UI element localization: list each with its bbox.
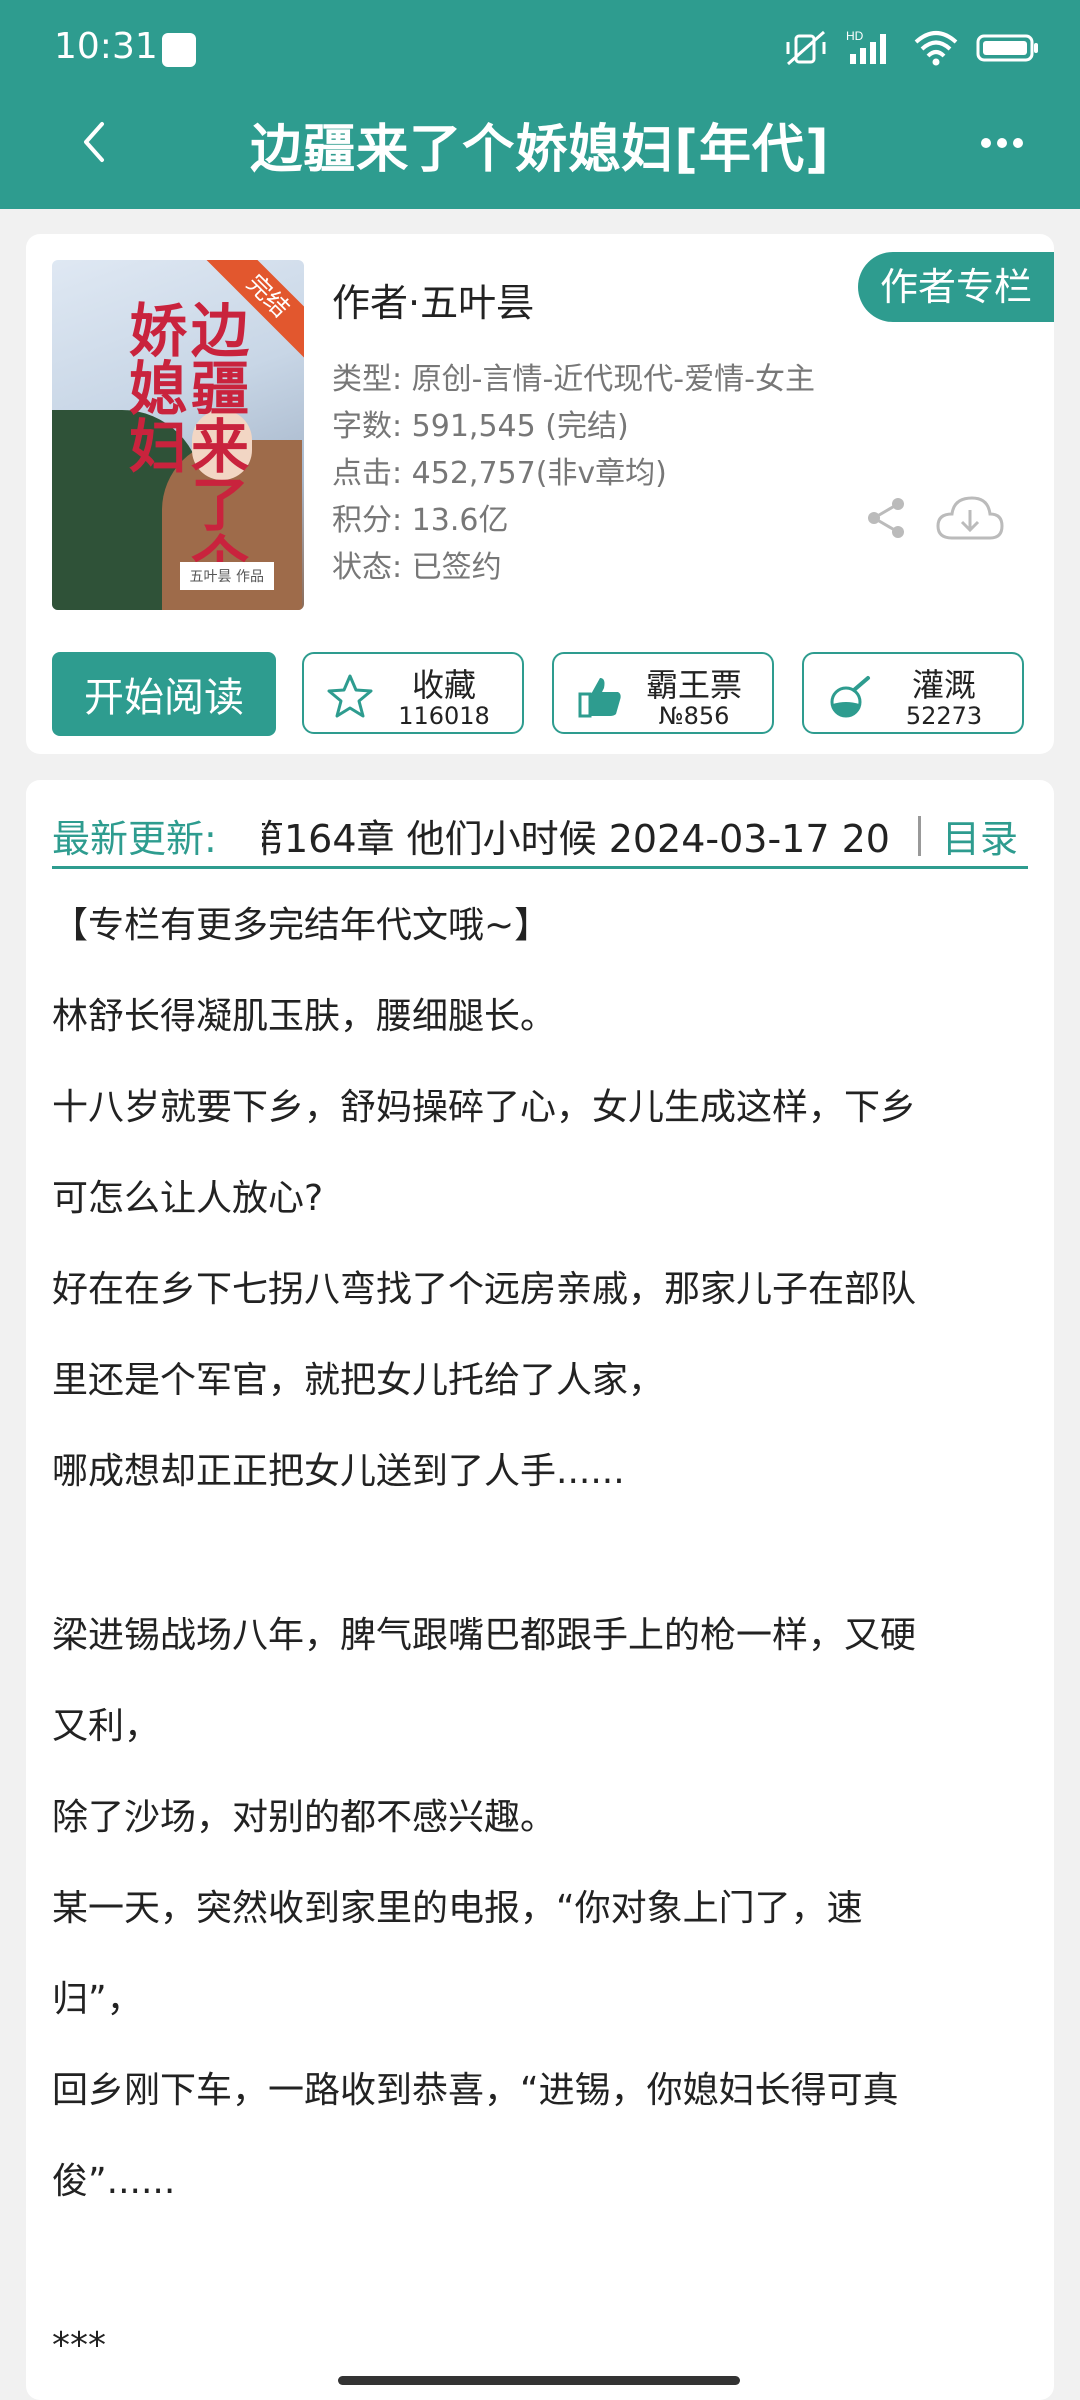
table-of-contents-button[interactable]: 目录	[942, 808, 1018, 863]
status-icons: HD	[784, 28, 1040, 68]
latest-update-bar[interactable]: 最新更新: 第164章 他们小时候 2024-03-17 20 目录	[52, 808, 1028, 869]
book-meta: 类型: 原创-言情-近代现代-爱情-女主 字数: 591,545 (完结) 点击…	[332, 356, 815, 591]
mute-vibrate-icon	[786, 30, 826, 66]
watering-flask-icon	[830, 676, 870, 718]
vote-label: 霸王票	[645, 666, 742, 704]
book-info-card: 边疆来了个娇媳妇 完结 五叶昙 作品 作者·五叶昙 作者专栏 类型: 原创-言情…	[26, 234, 1054, 754]
meta-status: 状态: 已签约	[332, 550, 502, 585]
author-column-button[interactable]: 作者专栏	[857, 252, 1054, 322]
water-button[interactable]: 灌溉 52273	[802, 652, 1024, 734]
latest-update-marquee[interactable]: 第164章 他们小时候 2024-03-17 20	[262, 808, 910, 863]
more-options-button[interactable]	[972, 118, 1032, 168]
meta-score: 积分: 13.6亿	[332, 503, 509, 538]
share-icon[interactable]	[864, 496, 908, 540]
desc-line: 又利，	[52, 1706, 161, 1747]
back-button[interactable]	[66, 112, 126, 172]
water-label: 灌溉	[911, 666, 976, 704]
notification-icon	[162, 33, 196, 67]
desc-line: 好在在乡下七拐八弯找了个远房亲戚，那家儿子在部队	[52, 1269, 917, 1310]
network-label: HD	[846, 29, 864, 43]
page-title: 边疆来了个娇媳妇[年代]	[250, 120, 830, 180]
battery-icon	[976, 34, 1038, 62]
star-icon	[327, 674, 373, 718]
vote-count: №856	[658, 702, 730, 730]
start-reading-button[interactable]: 开始阅读	[52, 652, 276, 736]
desc-line: 十八岁就要下乡，舒妈操碎了心，女儿生成这样，下乡	[52, 1087, 917, 1128]
thumbs-up-icon	[578, 678, 621, 718]
collect-button[interactable]: 收藏 116018	[302, 652, 524, 734]
book-description: 【专栏有更多完结年代文哦~】 林舒长得凝肌玉肤，腰细腿长。 十八岁就要下乡，舒妈…	[52, 880, 1042, 2391]
desc-line: 哪成想却正正把女儿送到了人手......	[52, 1451, 625, 1492]
desc-line: 【专栏有更多完结年代文哦~】	[52, 905, 551, 946]
wifi-icon	[914, 31, 958, 66]
top-bar: 10:31 HD 边疆来了个娇媳妇[年代]	[0, 0, 1080, 209]
download-icon[interactable]	[934, 492, 1006, 548]
desc-line: 某一天，突然收到家里的电报，“你对象上门了，速	[52, 1888, 863, 1929]
vote-button[interactable]: 霸王票 №856	[552, 652, 774, 734]
desc-blank-line	[52, 2227, 1042, 2300]
water-count: 52273	[905, 702, 983, 730]
desc-line: 归”，	[52, 1979, 143, 2020]
collect-count: 116018	[398, 702, 490, 730]
separator	[918, 816, 921, 856]
meta-clicks: 点击: 452,757(非v章均)	[332, 456, 667, 491]
desc-line: 除了沙场，对别的都不感兴趣。	[52, 1797, 557, 1838]
desc-line: 里还是个军官，就把女儿托给了人家，	[52, 1360, 665, 1401]
desc-line: 俊”......	[52, 2161, 176, 2202]
latest-update-label: 最新更新:	[52, 817, 217, 861]
meta-word-count: 字数: 591,545 (完结)	[332, 409, 629, 444]
desc-line: 林舒长得凝肌玉肤，腰细腿长。	[52, 996, 557, 1037]
signal-icon: HD	[846, 29, 886, 64]
cover-author-tag: 五叶昙 作品	[179, 562, 274, 590]
desc-line: 可怎么让人放心?	[52, 1178, 324, 1219]
desc-line: 梁进锡战场八年，脾气跟嘴巴都跟手上的枪一样，又硬	[52, 1615, 917, 1656]
description-panel: 最新更新: 第164章 他们小时候 2024-03-17 20 目录 【专栏有更…	[26, 780, 1054, 2400]
collect-label: 收藏	[411, 666, 476, 704]
desc-line: 回乡刚下车，一路收到恭喜，“进锡，你媳妇长得可真	[52, 2070, 899, 2111]
status-time: 10:31	[54, 26, 158, 67]
meta-genre: 类型: 原创-言情-近代现代-爱情-女主	[332, 362, 815, 397]
home-indicator[interactable]	[338, 2376, 740, 2385]
desc-blank-line	[52, 1517, 1042, 1590]
author-name[interactable]: 作者·五叶昙	[332, 272, 534, 327]
book-cover[interactable]: 边疆来了个娇媳妇 完结 五叶昙 作品	[52, 260, 304, 610]
latest-chapter-text: 第164章 他们小时候 2024-03-17 20	[262, 817, 890, 861]
